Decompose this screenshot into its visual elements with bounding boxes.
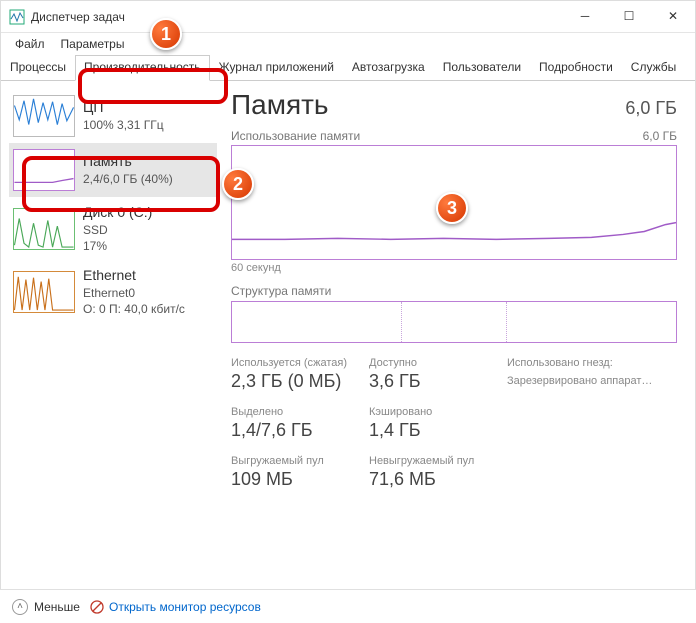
callout-2: 2: [222, 168, 254, 200]
stat-nonpaged: Невыгружаемый пул71,6 МБ: [369, 455, 499, 490]
cpu-title: ЦП: [83, 98, 164, 117]
maximize-button[interactable]: ☐: [607, 1, 651, 31]
usage-head: Использование памяти 6,0 ГБ: [231, 129, 677, 143]
tab-users[interactable]: Пользователи: [434, 55, 530, 80]
tab-services[interactable]: Службы: [622, 55, 685, 80]
stat-empty: [507, 406, 677, 441]
callout-3: 3: [436, 192, 468, 224]
usage-label: Использование памяти: [231, 129, 360, 143]
disk-title: Диск 0 (C:): [83, 203, 152, 222]
main-area: ЦП 100% 3,31 ГГц Память 2,4/6,0 ГБ (40%)…: [1, 81, 695, 591]
menubar: Файл Параметры: [1, 33, 695, 55]
monitor-icon: [90, 600, 104, 614]
open-resource-monitor-link[interactable]: Открыть монитор ресурсов: [90, 600, 261, 614]
window-title: Диспетчер задач: [31, 10, 125, 24]
sidebar-item-disk[interactable]: Диск 0 (C:) SSD 17%: [9, 197, 217, 260]
chevron-up-icon: ˄: [12, 599, 28, 615]
memory-title: Память: [83, 152, 173, 171]
tab-details[interactable]: Подробности: [530, 55, 622, 80]
stat-paged: Выгружаемый пул109 МБ: [231, 455, 361, 490]
ethernet-sub1: Ethernet0: [83, 285, 185, 301]
stat-inuse: Используется (сжатая)2,3 ГБ (0 МБ): [231, 357, 361, 392]
memory-sub: 2,4/6,0 ГБ (40%): [83, 171, 173, 187]
stat-cached: Кэшировано1,4 ГБ: [369, 406, 499, 441]
disk-sub1: SSD: [83, 222, 152, 238]
minimize-button[interactable]: ─: [563, 1, 607, 31]
ethernet-thumb: [13, 271, 75, 313]
memory-structure: [231, 301, 677, 343]
content: Память 6,0 ГБ Использование памяти 6,0 Г…: [225, 81, 695, 591]
fewer-details-button[interactable]: ˄ Меньше: [12, 599, 80, 615]
taskmgr-icon: [9, 9, 25, 25]
disk-texts: Диск 0 (C:) SSD 17%: [83, 203, 152, 254]
memory-texts: Память 2,4/6,0 ГБ (40%): [83, 152, 173, 187]
sidebar-item-ethernet[interactable]: Ethernet Ethernet0 О: 0 П: 40,0 кбит/с: [9, 260, 217, 323]
tabs: Процессы Производительность Журнал прило…: [1, 55, 695, 81]
tab-startup[interactable]: Автозагрузка: [343, 55, 434, 80]
sidebar-item-memory[interactable]: Память 2,4/6,0 ГБ (40%): [9, 143, 217, 197]
callout-1: 1: [150, 18, 182, 50]
fewer-label: Меньше: [34, 600, 80, 614]
window-controls: ─ ☐ ✕: [563, 1, 695, 31]
ethernet-title: Ethernet: [83, 266, 185, 285]
stat-slots: Использовано гнезд:Зарезервировано аппар…: [507, 357, 677, 392]
cpu-sub: 100% 3,31 ГГц: [83, 117, 164, 133]
page-total: 6,0 ГБ: [625, 98, 677, 119]
graph-duration: 60 секунд: [231, 262, 677, 274]
close-button[interactable]: ✕: [651, 1, 695, 31]
footer: ˄ Меньше Открыть монитор ресурсов: [0, 589, 696, 623]
menu-options[interactable]: Параметры: [53, 35, 133, 53]
ethernet-texts: Ethernet Ethernet0 О: 0 П: 40,0 кбит/с: [83, 266, 185, 317]
menu-file[interactable]: Файл: [7, 35, 53, 53]
ethernet-sub2: О: 0 П: 40,0 кбит/с: [83, 301, 185, 317]
usage-right: 6,0 ГБ: [643, 129, 677, 143]
memory-thumb: [13, 149, 75, 191]
stat-grid: Используется (сжатая)2,3 ГБ (0 МБ) Досту…: [231, 357, 677, 490]
cpu-thumb: [13, 95, 75, 137]
page-title: Память: [231, 89, 329, 121]
stat-committed: Выделено1,4/7,6 ГБ: [231, 406, 361, 441]
cpu-texts: ЦП 100% 3,31 ГГц: [83, 98, 164, 133]
tab-performance[interactable]: Производительность: [75, 55, 209, 81]
sidebar-item-cpu[interactable]: ЦП 100% 3,31 ГГц: [9, 89, 217, 143]
struct-label: Структура памяти: [231, 284, 677, 298]
disk-thumb: [13, 208, 75, 250]
titlebar: Диспетчер задач ─ ☐ ✕: [1, 1, 695, 33]
page-header: Память 6,0 ГБ: [231, 89, 677, 121]
sidebar: ЦП 100% 3,31 ГГц Память 2,4/6,0 ГБ (40%)…: [1, 81, 225, 591]
stat-avail: Доступно3,6 ГБ: [369, 357, 499, 392]
tab-processes[interactable]: Процессы: [1, 55, 75, 80]
tab-app-history[interactable]: Журнал приложений: [210, 55, 343, 80]
disk-sub2: 17%: [83, 238, 152, 254]
monitor-label: Открыть монитор ресурсов: [109, 600, 261, 614]
